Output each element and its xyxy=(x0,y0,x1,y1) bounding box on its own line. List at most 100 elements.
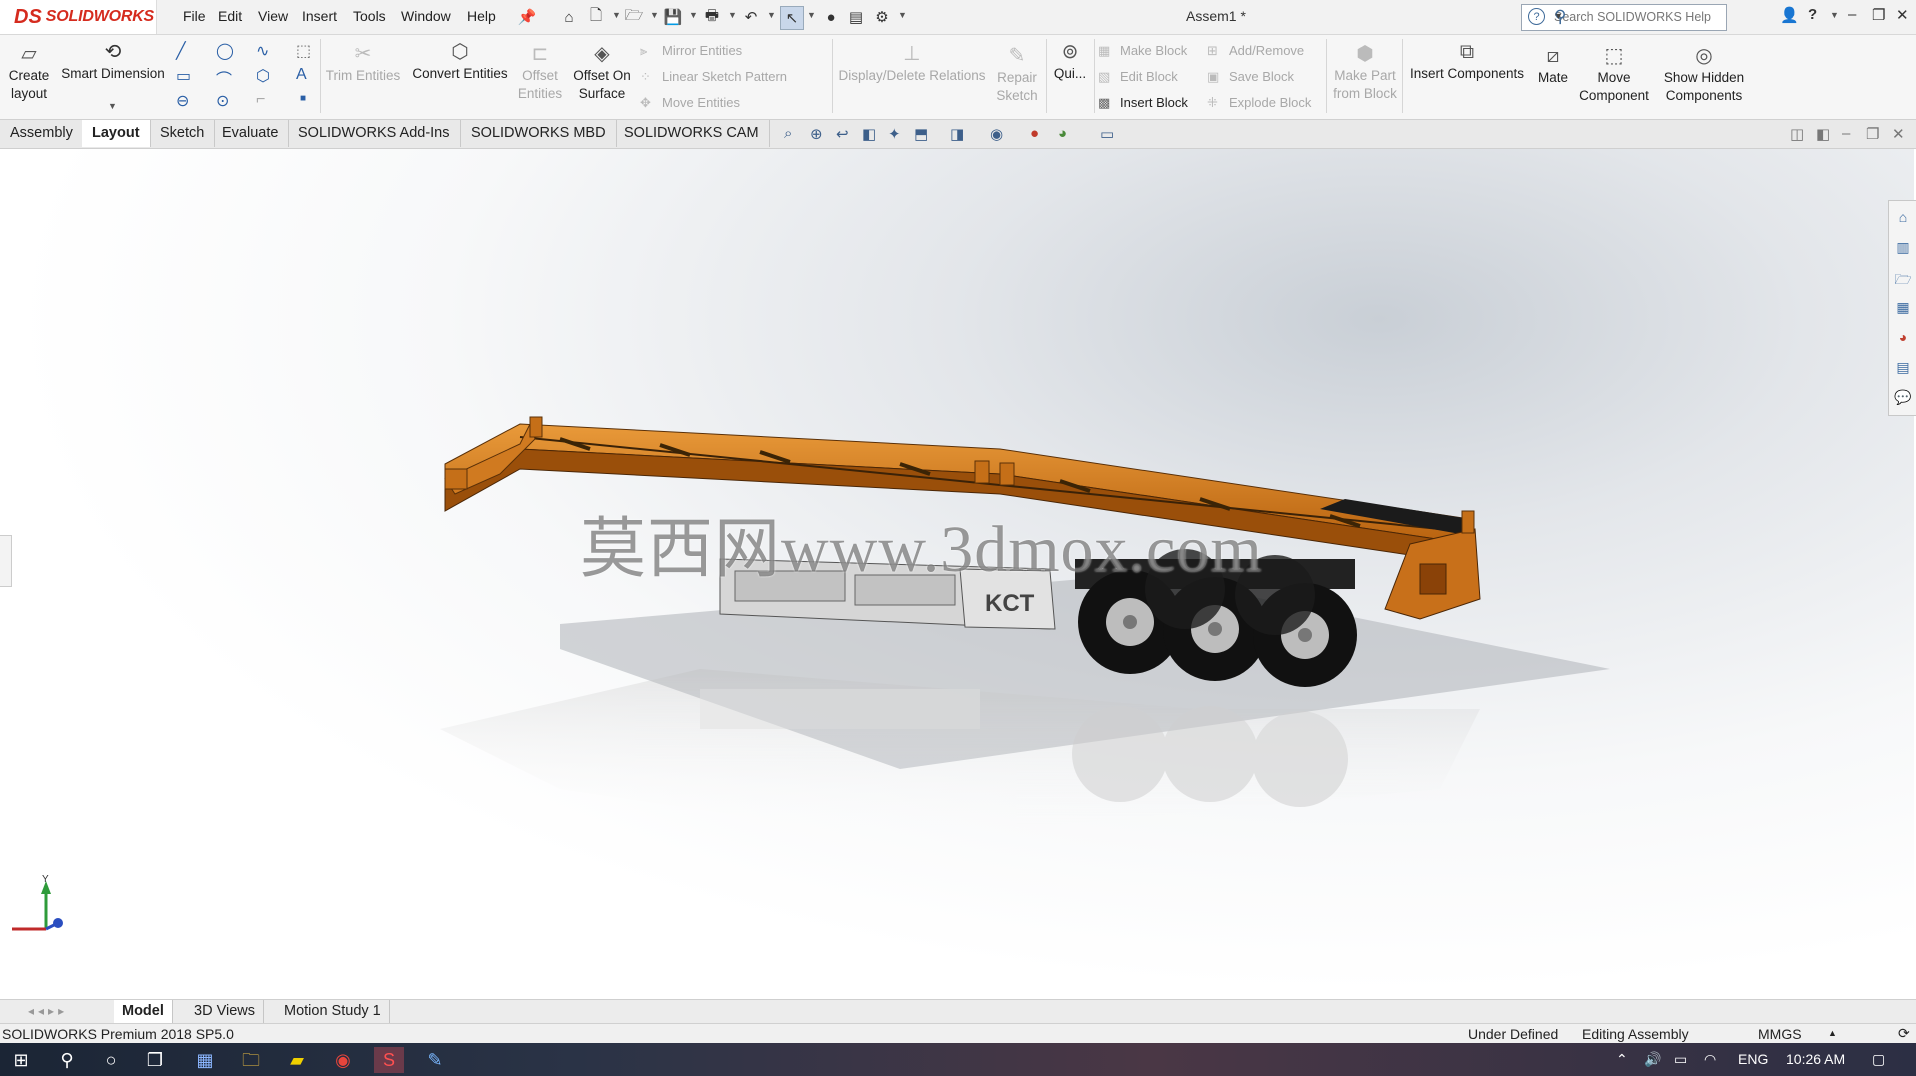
chevron-down-icon[interactable]: ▼ xyxy=(767,10,776,20)
new-document-icon[interactable]: 🗋 xyxy=(585,6,607,28)
zoom-to-fit-icon[interactable]: ⌕ xyxy=(784,125,792,142)
menu-insert[interactable]: Insert xyxy=(302,8,337,24)
restore-icon[interactable]: ❐ xyxy=(1872,6,1885,24)
offset-entities-button[interactable]: ⊏ Offset Entities xyxy=(512,43,568,103)
view-orientation-icon[interactable]: ⬒ xyxy=(914,125,928,143)
doc-minimize-icon[interactable]: – xyxy=(1842,125,1850,142)
doc-close-icon[interactable]: ✕ xyxy=(1892,125,1905,143)
solidworks-logo[interactable]: DS SOLIDWORKS xyxy=(0,0,157,34)
rectangle-icon[interactable]: ▭ xyxy=(176,66,191,86)
appearances-icon[interactable]: ◕ xyxy=(1894,329,1912,347)
user-icon[interactable]: 👤 xyxy=(1780,6,1799,24)
insert-components-button[interactable]: ⧉ Insert Components xyxy=(1406,41,1528,83)
solidworks-taskbar-icon[interactable]: S xyxy=(374,1047,404,1073)
save-icon[interactable]: 💾 xyxy=(662,6,684,28)
tab-evaluate[interactable]: Evaluate xyxy=(212,120,290,147)
previous-view-icon[interactable]: ↩ xyxy=(836,125,849,143)
language-indicator[interactable]: ENG xyxy=(1738,1051,1768,1067)
chevron-down-icon[interactable]: ▼ xyxy=(650,10,659,20)
spline-icon[interactable]: ∿ xyxy=(256,41,269,61)
slot-icon[interactable]: ⊖ xyxy=(176,91,189,111)
menu-tools[interactable]: Tools xyxy=(353,8,386,24)
forum-icon[interactable]: 💬 xyxy=(1894,389,1912,407)
task-view-icon[interactable]: ❐ xyxy=(140,1047,170,1073)
offset-on-surface-button[interactable]: ◈ Offset On Surface xyxy=(568,43,636,103)
chevron-down-icon[interactable]: ▼ xyxy=(1554,11,1722,21)
tab-3d-views[interactable]: 3D Views xyxy=(186,1000,264,1023)
menu-help[interactable]: Help xyxy=(467,8,496,24)
make-block-button[interactable]: ▦ Make Block xyxy=(1098,43,1187,59)
chevron-up-icon[interactable]: ▲ xyxy=(1828,1028,1837,1038)
volume-icon[interactable]: 🔊 xyxy=(1644,1051,1661,1068)
circle-icon[interactable]: ◯ xyxy=(216,41,234,61)
chevron-down-icon[interactable]: ▼ xyxy=(612,10,621,20)
wifi-icon[interactable]: ◠ xyxy=(1704,1051,1716,1068)
tab-model[interactable]: Model xyxy=(114,1000,173,1023)
store-icon[interactable]: ▦ xyxy=(190,1047,220,1073)
display-style-icon[interactable]: ◨ xyxy=(950,125,964,143)
add-remove-button[interactable]: ⊞ Add/Remove xyxy=(1207,43,1304,59)
tab-layout[interactable]: Layout xyxy=(82,120,151,147)
explode-block-button[interactable]: ⁜ Explode Block xyxy=(1207,95,1311,111)
edit-appearance-icon[interactable]: ● xyxy=(1030,125,1039,142)
line-icon[interactable]: ╱ xyxy=(176,41,186,61)
print-icon[interactable]: 🖶 xyxy=(701,6,723,28)
show-hidden-components-button[interactable]: ◎ Show Hidden Components xyxy=(1656,45,1752,105)
mirror-entities-button[interactable]: ⫸ Mirror Entities xyxy=(640,43,742,59)
section-view-icon[interactable]: ◧ xyxy=(862,125,876,143)
cortana-icon[interactable]: ○ xyxy=(96,1047,126,1073)
tab-mbd[interactable]: SOLIDWORKS MBD xyxy=(461,120,617,147)
file-properties-icon[interactable]: ▤ xyxy=(845,6,867,28)
tray-chevron-icon[interactable]: ⌃ xyxy=(1616,1051,1628,1068)
tile-icon[interactable]: ◫ xyxy=(1790,125,1804,143)
file-explorer-icon[interactable]: 🗁 xyxy=(1894,269,1912,287)
custom-properties-icon[interactable]: ▤ xyxy=(1894,359,1912,377)
search-icon[interactable]: ⚲ xyxy=(52,1047,82,1073)
pin-icon[interactable]: 📌 xyxy=(516,6,538,28)
chevron-down-icon[interactable]: ▼ xyxy=(689,10,698,20)
gear-icon[interactable]: ⚙ xyxy=(871,6,893,28)
resources-home-icon[interactable]: ⌂ xyxy=(1894,209,1912,227)
hide-show-items-icon[interactable]: ◉ xyxy=(990,125,1003,143)
polygon-icon[interactable]: ⬡ xyxy=(256,66,270,86)
display-grid-icon[interactable]: ⬚ xyxy=(296,41,311,61)
sketch-point-icon[interactable]: ■ xyxy=(300,93,306,104)
undo-icon[interactable]: ↶ xyxy=(740,6,762,28)
menu-window[interactable]: Window xyxy=(401,8,451,24)
home-icon[interactable]: ⌂ xyxy=(558,6,580,28)
menu-view[interactable]: View xyxy=(258,8,288,24)
search-help-box[interactable]: ? Search SOLIDWORKS Help ⚲ ▼ xyxy=(1521,4,1727,31)
save-block-button[interactable]: ▣ Save Block xyxy=(1207,69,1294,85)
tab-scroll-arrows[interactable]: ◂◂▸▸ xyxy=(28,1004,68,1018)
smart-dimension-button[interactable]: ⟲ Smart Dimension xyxy=(58,41,168,83)
split-icon[interactable]: ◧ xyxy=(1816,125,1830,143)
file-explorer-icon[interactable]: 🗀 xyxy=(236,1047,266,1073)
chevron-down-icon[interactable]: ▼ xyxy=(108,101,117,111)
close-icon[interactable]: ✕ xyxy=(1896,6,1909,24)
display-delete-relations-button[interactable]: ⊥ Display/Delete Relations xyxy=(836,43,988,85)
chrome-icon[interactable]: ◉ xyxy=(328,1047,358,1073)
chevron-down-icon[interactable]: ▼ xyxy=(728,10,737,20)
dynamic-annotation-icon[interactable]: ✦ xyxy=(888,125,901,143)
chevron-down-icon[interactable]: ▼ xyxy=(898,10,907,20)
view-settings-icon[interactable]: ▭ xyxy=(1100,125,1114,143)
doc-restore-icon[interactable]: ❐ xyxy=(1866,125,1879,143)
quick-snaps-button[interactable]: ⊚ Qui... xyxy=(1048,41,1092,83)
rebuild-icon[interactable]: ⟳ xyxy=(1898,1025,1910,1042)
convert-entities-button[interactable]: ⬡ Convert Entities xyxy=(408,41,512,83)
arc-icon[interactable]: ⌒ xyxy=(216,66,232,90)
units-selector[interactable]: MMGS xyxy=(1758,1026,1802,1042)
edit-block-button[interactable]: ▧ Edit Block xyxy=(1098,69,1178,85)
notifications-icon[interactable]: ▢ xyxy=(1872,1051,1885,1068)
help-icon[interactable]: ? xyxy=(1808,6,1817,23)
repair-sketch-button[interactable]: ✎ Repair Sketch xyxy=(990,45,1044,105)
minimize-icon[interactable]: – xyxy=(1848,6,1856,23)
chevron-down-icon[interactable]: ▼ xyxy=(1830,10,1839,20)
fillet-icon[interactable]: ⌐ xyxy=(256,91,265,109)
view-palette-icon[interactable]: ▦ xyxy=(1894,299,1912,317)
chevron-down-icon[interactable]: ▼ xyxy=(807,10,816,20)
tab-cam[interactable]: SOLIDWORKS CAM xyxy=(614,120,770,147)
menu-edit[interactable]: Edit xyxy=(218,8,242,24)
create-layout-button[interactable]: ▱ Create layout xyxy=(4,43,54,103)
battery-icon[interactable]: ▭ xyxy=(1674,1051,1687,1068)
